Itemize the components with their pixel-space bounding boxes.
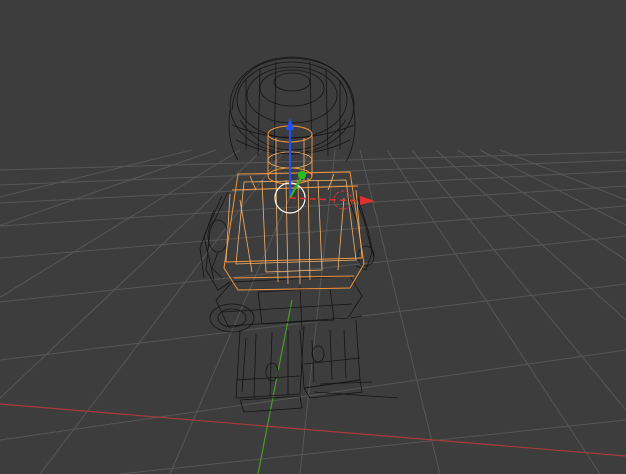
3d-viewport[interactable]: [0, 0, 626, 474]
y-axis-line: [257, 299, 293, 474]
y-arrow-icon[interactable]: [298, 171, 306, 179]
minifig-hips-wireframe[interactable]: [209, 275, 363, 333]
x-axis-handle[interactable]: [289, 197, 363, 202]
minifig-legs-wireframe[interactable]: [235, 315, 399, 413]
viewport-scene[interactable]: [0, 0, 626, 474]
z-arrow-icon[interactable]: [286, 118, 294, 130]
minifig-head-wireframe[interactable]: [228, 56, 356, 163]
transform-manipulator[interactable]: [274, 118, 375, 214]
